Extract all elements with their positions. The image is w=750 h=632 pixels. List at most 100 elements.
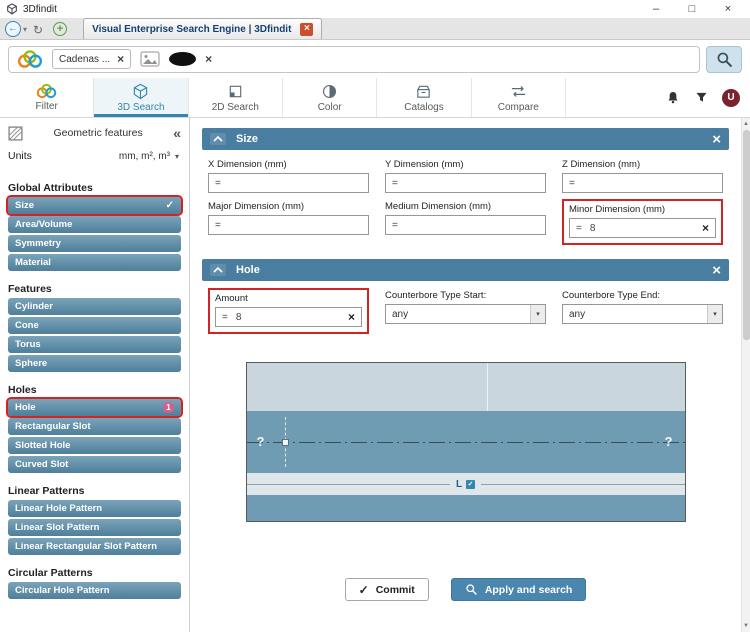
- sidebar-item-cone[interactable]: Cone: [8, 317, 181, 334]
- chip-remove-icon[interactable]: ×: [117, 53, 124, 65]
- menu-label: Compare: [497, 101, 539, 113]
- highlight-box-minor-dimension: Minor Dimension (mm) = 8 ×: [562, 199, 723, 245]
- hole-panel: Hole × Amount = 8 × Counterbore Type Sta…: [202, 259, 729, 605]
- medium-dimension-input[interactable]: =: [385, 215, 546, 235]
- counterbore-start-select[interactable]: any ▾: [385, 304, 546, 324]
- field-label: Minor Dimension (mm): [569, 204, 666, 215]
- menu-item-3d-search[interactable]: 3D Search: [94, 78, 189, 117]
- sidebar-item-slotted-hole[interactable]: Slotted Hole: [8, 437, 181, 454]
- refresh-button[interactable]: ↻: [33, 23, 43, 37]
- sidebar-item-area-volume[interactable]: Area/Volume: [8, 216, 181, 233]
- menu-label: Filter: [35, 101, 58, 112]
- browser-tab[interactable]: Visual Enterprise Search Engine | 3Dfind…: [83, 18, 323, 39]
- sidebar-item-size[interactable]: Size ✓: [6, 195, 183, 216]
- commit-button[interactable]: ✓ Commit: [344, 578, 429, 601]
- major-dimension-input[interactable]: =: [208, 215, 369, 235]
- tab-close-icon[interactable]: ×: [300, 22, 314, 36]
- sketch-remove-icon[interactable]: ×: [205, 53, 212, 65]
- minimize-button[interactable]: –: [638, 0, 674, 18]
- vertical-scrollbar[interactable]: ▲ ▼: [741, 118, 750, 632]
- sidebar-item-linear-hole-pattern[interactable]: Linear Hole Pattern: [8, 500, 181, 517]
- sidebar-item-curved-slot[interactable]: Curved Slot: [8, 456, 181, 473]
- window-controls: – □ ×: [638, 0, 746, 18]
- diagram-bottom-band: [246, 495, 685, 521]
- search-term-chip[interactable]: Cadenas ... ×: [52, 49, 132, 69]
- sidebar-item-cylinder[interactable]: Cylinder: [8, 298, 181, 315]
- z-dimension-input[interactable]: =: [562, 173, 723, 193]
- menu-item-catalogs[interactable]: Catalogs: [377, 78, 472, 117]
- catalog-box-icon: [415, 83, 432, 100]
- sidebar-item-linear-rectangular-slot-pattern[interactable]: Linear Rectangular Slot Pattern: [8, 538, 181, 555]
- scrollbar-thumb[interactable]: [742, 130, 750, 340]
- sidebar-item-circular-hole-pattern[interactable]: Circular Hole Pattern: [8, 582, 181, 599]
- notifications-bell-icon[interactable]: [665, 90, 681, 106]
- minor-dimension-input[interactable]: = 8 ×: [569, 218, 716, 238]
- menu-items: Filter 3D Search 2D Search Color Catalog…: [0, 78, 566, 117]
- search-button[interactable]: [706, 45, 742, 73]
- color-circle-icon: [321, 83, 338, 100]
- collapse-sidebar-icon[interactable]: «: [173, 125, 181, 141]
- chevron-down-icon: ▾: [707, 305, 722, 323]
- scroll-up-icon[interactable]: ▲: [743, 118, 749, 130]
- clear-icon[interactable]: ×: [702, 222, 709, 234]
- counterbore-end-select[interactable]: any ▾: [562, 304, 723, 324]
- new-tab-button[interactable]: +: [53, 22, 68, 36]
- units-value: mm, m², m³: [118, 150, 170, 162]
- search-row: Cadenas ... × ×: [0, 40, 750, 78]
- back-history-dropdown-icon[interactable]: ▾: [23, 25, 27, 34]
- close-panel-icon[interactable]: ×: [712, 132, 721, 147]
- units-label: Units: [8, 150, 32, 162]
- search-input[interactable]: Cadenas ... × ×: [8, 45, 700, 73]
- dimension-grip[interactable]: [281, 417, 289, 467]
- value: 8: [589, 222, 596, 234]
- image-search-icon[interactable]: [140, 51, 160, 67]
- hatch-icon: [8, 126, 23, 141]
- sidebar-item-hole[interactable]: Hole 1: [6, 397, 183, 418]
- sidebar-item-material[interactable]: Material: [8, 254, 181, 271]
- sidebar-item-linear-slot-pattern[interactable]: Linear Slot Pattern: [8, 519, 181, 536]
- commit-label: Commit: [375, 583, 415, 596]
- menu-item-filter[interactable]: Filter: [0, 78, 95, 117]
- menu-item-2d-search[interactable]: 2D Search: [189, 78, 283, 117]
- field-minor-dimension: Minor Dimension (mm) = 8 ×: [562, 199, 723, 245]
- close-panel-icon[interactable]: ×: [712, 263, 721, 278]
- chip-label: Cadenas ...: [59, 53, 111, 65]
- field-y-dimension: Y Dimension (mm) =: [385, 157, 546, 193]
- field-label: Counterbore Type Start:: [385, 290, 487, 301]
- value: 8: [235, 311, 242, 323]
- section-label-features: Features: [8, 283, 52, 295]
- menu-item-color[interactable]: Color: [283, 78, 378, 117]
- apply-and-search-button[interactable]: Apply and search: [450, 578, 587, 601]
- chevron-down-icon: ▾: [530, 305, 545, 323]
- chevron-up-icon[interactable]: [210, 133, 226, 145]
- maximize-button[interactable]: □: [674, 0, 710, 18]
- size-panel-header: Size ×: [202, 128, 729, 150]
- grip-handle[interactable]: [281, 439, 289, 446]
- back-button[interactable]: ←: [5, 21, 21, 37]
- filter-funnel-icon[interactable]: [694, 90, 709, 105]
- units-dropdown[interactable]: mm, m², m³ ▾: [119, 151, 179, 162]
- sidebar-item-sphere[interactable]: Sphere: [8, 355, 181, 372]
- scroll-down-icon[interactable]: ▼: [743, 620, 749, 632]
- y-dimension-input[interactable]: =: [385, 173, 546, 193]
- sidebar-item-label: Size: [15, 200, 35, 211]
- sidebar-item-symmetry[interactable]: Symmetry: [8, 235, 181, 252]
- menu-item-compare[interactable]: Compare: [472, 78, 566, 117]
- right-question-mark: ?: [664, 433, 673, 449]
- sketch-shape-chip[interactable]: [169, 52, 197, 66]
- units-row: Units mm, m², m³ ▾: [0, 148, 189, 170]
- check-icon: ✓: [358, 582, 369, 597]
- amount-input[interactable]: = 8 ×: [215, 307, 362, 327]
- sidebar-item-rectangular-slot[interactable]: Rectangular Slot: [8, 418, 181, 435]
- length-checkbox-icon[interactable]: ✓: [466, 479, 476, 489]
- field-x-dimension: X Dimension (mm) =: [208, 157, 369, 193]
- user-avatar[interactable]: U: [722, 88, 740, 107]
- x-dimension-input[interactable]: =: [208, 173, 369, 193]
- operator: =: [576, 222, 582, 234]
- section-label-circular-patterns: Circular Patterns: [8, 567, 93, 579]
- close-button[interactable]: ×: [710, 0, 746, 18]
- chevron-up-icon[interactable]: [210, 264, 226, 276]
- clear-icon[interactable]: ×: [348, 311, 355, 323]
- sidebar-item-torus[interactable]: Torus: [8, 336, 181, 353]
- sidebar-item-label: Torus: [15, 339, 41, 350]
